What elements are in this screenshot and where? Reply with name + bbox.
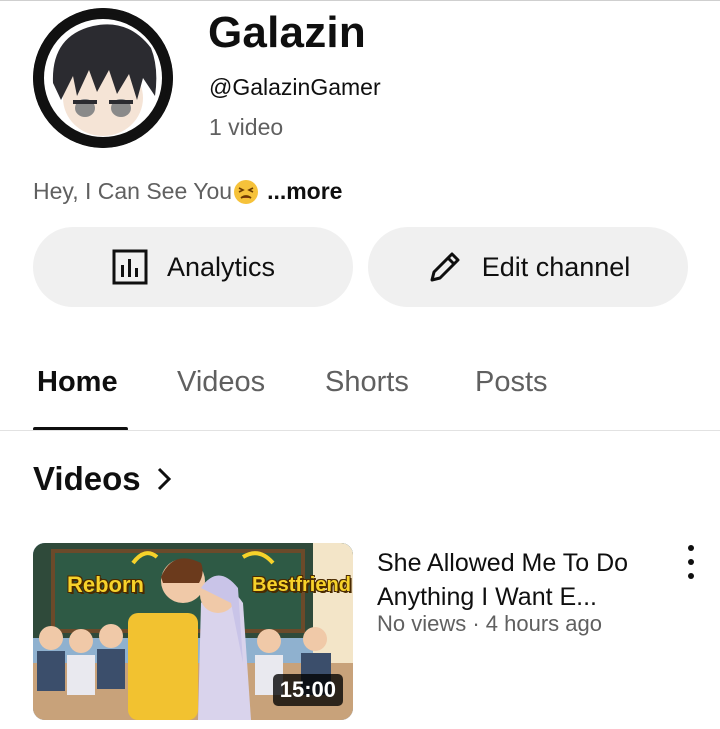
video-title[interactable]: She Allowed Me To Do Anything I Want E..… [377, 546, 667, 614]
channel-handle: @GalazinGamer [209, 74, 381, 100]
videos-section-header[interactable]: Videos [33, 460, 173, 498]
channel-avatar[interactable] [33, 8, 173, 148]
more-link[interactable]: ...more [267, 178, 342, 205]
description-text: Hey, I Can See You [33, 178, 233, 204]
three-dot-menu-icon[interactable] [680, 545, 702, 579]
top-divider [0, 0, 720, 1]
section-title: Videos [33, 460, 141, 497]
edit-channel-label: Edit channel [481, 251, 631, 282]
thumbnail-text-reborn: Reborn [67, 572, 144, 597]
tabs-divider [0, 430, 720, 431]
tired-face-emoji-icon [233, 179, 259, 205]
chevron-right-icon [155, 465, 173, 493]
pencil-icon [426, 248, 464, 286]
video-thumbnail[interactable]: Reborn Bestfriend 15:00 [33, 543, 353, 720]
video-duration: 15:00 [272, 674, 343, 706]
thumbnail-text-bestfriend: Bestfriend [252, 574, 351, 596]
channel-name: Galazin [208, 8, 366, 57]
analytics-label: Analytics [166, 251, 276, 282]
video-count: 1 video [209, 114, 284, 140]
tab-shorts[interactable]: Shorts [325, 366, 409, 399]
tab-videos[interactable]: Videos [177, 366, 265, 399]
tab-posts[interactable]: Posts [475, 366, 548, 399]
analytics-button[interactable]: Analytics [33, 227, 353, 307]
channel-description[interactable]: Hey, I Can See You ...more [33, 178, 342, 205]
edit-channel-button[interactable]: Edit channel [368, 227, 688, 307]
bar-chart-icon [111, 248, 149, 286]
video-meta: No views · 4 hours ago [377, 611, 602, 636]
tab-home[interactable]: Home [37, 366, 118, 399]
